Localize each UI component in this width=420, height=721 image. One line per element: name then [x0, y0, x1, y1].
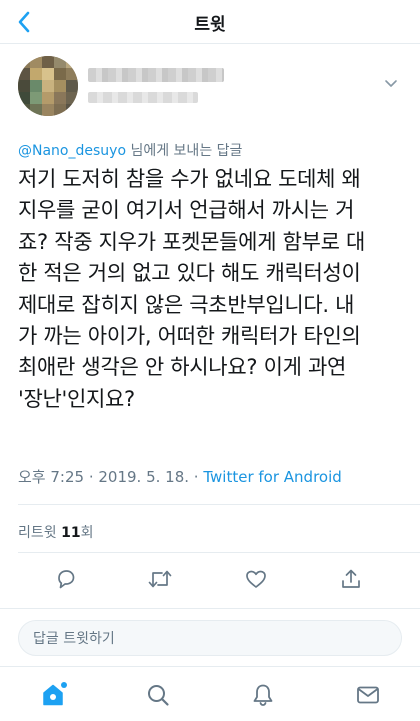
- divider: [18, 504, 420, 505]
- username-blurred[interactable]: [88, 92, 198, 103]
- envelope-icon: [357, 686, 379, 704]
- tweet-date: 2019. 5. 18.: [98, 468, 190, 486]
- retweets-unit: 회: [80, 525, 94, 541]
- like-icon: [246, 570, 266, 588]
- reply-placeholder: 답글 트윗하기: [33, 631, 115, 647]
- chevron-down-icon: [385, 80, 397, 87]
- tweet-source-link[interactable]: Twitter for Android: [203, 468, 341, 486]
- page-title: 트윗: [194, 15, 226, 35]
- retweet-icon: [148, 570, 172, 588]
- retweets-label: 리트윗: [18, 525, 62, 541]
- display-name-blurred[interactable]: [88, 68, 224, 82]
- top-bar: 트윗: [0, 0, 420, 44]
- reply-input[interactable]: 답글 트윗하기: [18, 620, 402, 656]
- tab-messages[interactable]: [354, 681, 382, 709]
- reply-button[interactable]: [53, 566, 79, 592]
- tab-home[interactable]: [39, 681, 67, 709]
- new-content-dot: [61, 682, 67, 688]
- tweet-time: 오후 7:25: [18, 468, 85, 486]
- retweet-button[interactable]: [147, 566, 173, 592]
- share-icon: [342, 569, 360, 588]
- retweets-number: 11: [61, 525, 81, 541]
- divider: [0, 608, 420, 609]
- more-options-button[interactable]: [382, 74, 400, 92]
- mention-link[interactable]: @Nano_desuyo: [18, 143, 126, 159]
- replying-to: @Nano_desuyo 님에게 보내는 답글: [18, 140, 242, 160]
- reply-icon: [58, 570, 75, 589]
- retweet-count[interactable]: 리트윗 11회: [18, 522, 93, 542]
- meta-separator: ·: [189, 468, 204, 486]
- bottom-tab-bar: [0, 666, 420, 721]
- divider: [18, 552, 420, 553]
- share-button[interactable]: [338, 566, 364, 592]
- tweet-text: 저기 도저히 참을 수가 없네요 도데체 왜 지우를 굳이 여기서 언급해서 까…: [18, 167, 366, 411]
- like-button[interactable]: [243, 566, 269, 592]
- search-icon: [148, 685, 169, 706]
- bell-icon: [253, 684, 273, 706]
- tab-notifications[interactable]: [249, 681, 277, 709]
- tweet-author: [18, 56, 402, 122]
- meta-separator: ·: [84, 468, 99, 486]
- avatar[interactable]: [18, 56, 78, 116]
- tab-search[interactable]: [144, 681, 172, 709]
- replying-to-suffix: 님에게 보내는 답글: [126, 143, 243, 159]
- tweet-meta: 오후 7:25 · 2019. 5. 18. · Twitter for And…: [18, 466, 342, 487]
- tweet-actions: [0, 566, 420, 592]
